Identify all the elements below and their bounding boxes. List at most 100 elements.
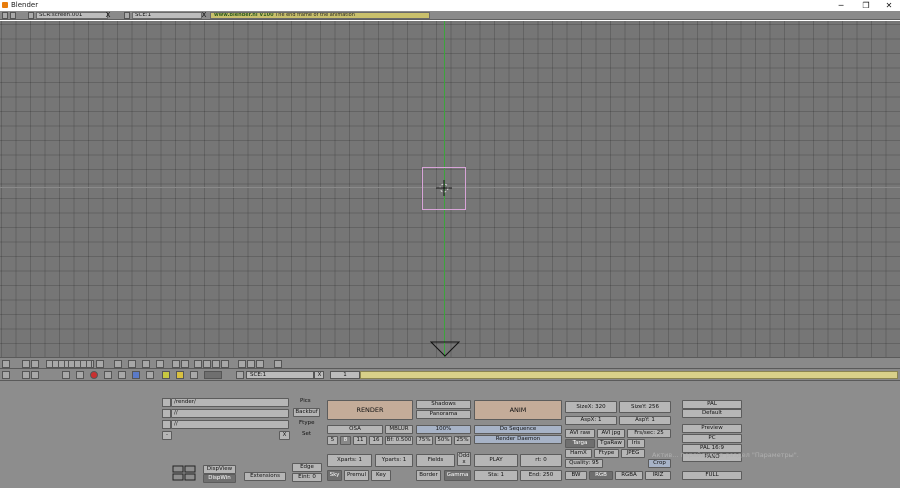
current-frame-field[interactable]: 1 [330, 371, 360, 379]
render-preview-icon[interactable] [274, 360, 282, 368]
minimize-button[interactable]: ─ [830, 0, 852, 11]
rt-field[interactable]: rt: 0 [520, 454, 562, 467]
osa-16-button[interactable]: 16 [369, 436, 383, 445]
camera-object-icon[interactable] [430, 341, 460, 357]
frs-sec-field[interactable]: Frs/sec: 25 [627, 429, 671, 438]
grab-icon[interactable] [247, 360, 255, 368]
screen-name-field[interactable]: SCR:screen.001 [36, 12, 108, 19]
percent-75-button[interactable]: 75% [416, 436, 433, 445]
ftype-path-field[interactable]: // [171, 420, 289, 429]
sizey-field[interactable]: SizeY: 256 [619, 401, 671, 413]
pc-preset-button[interactable]: PC [682, 434, 742, 443]
window-type-icon[interactable] [2, 360, 10, 368]
panorama-toggle[interactable]: Panorama [416, 410, 471, 419]
targa-button[interactable]: Targa [565, 439, 595, 448]
mblur-toggle[interactable]: MBLUR [385, 425, 413, 434]
zoom-out-icon[interactable] [181, 360, 189, 368]
osa-toggle[interactable]: OSA [327, 425, 383, 434]
do-sequence-toggle[interactable]: Do Sequence [474, 425, 562, 434]
odd-toggle[interactable]: Odd x [457, 452, 471, 466]
scene-delete-button[interactable]: X [200, 11, 208, 20]
key-toggle[interactable]: Key [371, 470, 391, 481]
pics-path-field[interactable]: /render/ [171, 398, 289, 407]
extensions-toggle[interactable]: Extensions [244, 472, 286, 481]
pivot-icon[interactable] [221, 360, 229, 368]
ftype-button[interactable]: Ftype [594, 449, 619, 458]
jpeg-button[interactable]: JPEG [621, 449, 645, 458]
dispview-toggle[interactable]: DispView [203, 465, 236, 474]
sizex-field[interactable]: SizeX: 320 [565, 401, 617, 413]
material-buttons-icon[interactable] [90, 371, 98, 379]
scale-icon[interactable] [256, 360, 264, 368]
3d-viewport[interactable] [0, 21, 900, 357]
backbuf-file-browse-icon[interactable] [162, 409, 171, 418]
3d-cursor-icon[interactable] [435, 179, 453, 197]
script-buttons-icon[interactable] [176, 371, 184, 379]
home-icon[interactable] [31, 371, 39, 379]
border-toggle[interactable]: Border [416, 470, 441, 481]
layer-buttons-row2[interactable] [68, 360, 92, 368]
view-front-icon[interactable] [142, 360, 150, 368]
rgba-button[interactable]: RGBA [615, 471, 643, 480]
dispwin-toggle[interactable]: DispWin [203, 474, 236, 483]
pics-decrement-button[interactable]: - [162, 431, 172, 440]
view-icon[interactable] [22, 371, 30, 379]
shadows-toggle[interactable]: Shadows [416, 400, 471, 409]
premul-toggle[interactable]: Premul [344, 470, 369, 481]
shading-icon[interactable] [203, 360, 211, 368]
bw-button[interactable]: BW [565, 471, 587, 480]
yparts-field[interactable]: Yparts: 1 [375, 454, 413, 467]
bf-field[interactable]: Bf: 0.500 [385, 436, 413, 445]
end-frame-field[interactable]: End: 250 [520, 470, 562, 481]
quality-field[interactable]: Quality: 95 [565, 459, 603, 468]
texture-buttons-icon[interactable] [104, 371, 112, 379]
animation-buttons-icon[interactable] [118, 371, 126, 379]
ftype-file-browse-icon[interactable] [162, 420, 171, 429]
play-button[interactable]: PLAY [474, 454, 518, 467]
sound-buttons-icon[interactable] [190, 371, 198, 379]
full-preset-button[interactable]: FULL [682, 471, 742, 480]
default-preset-button[interactable]: Default [682, 409, 742, 418]
view-buttons-icon[interactable] [62, 371, 70, 379]
center-view-icon[interactable] [212, 360, 220, 368]
start-frame-field[interactable]: Sta: 1 [474, 470, 518, 481]
scene-browse-icon[interactable] [236, 371, 244, 379]
sky-toggle[interactable]: Sky [327, 470, 342, 481]
lock-icon[interactable] [96, 360, 104, 368]
edit-buttons-icon[interactable] [146, 371, 154, 379]
view-persp-icon[interactable] [114, 360, 122, 368]
window-type-icon[interactable] [2, 12, 8, 19]
fullscreen-toggle-icon[interactable] [10, 12, 16, 19]
close-window-button[interactable]: ✕ [878, 0, 900, 11]
osa-5-button[interactable]: 5 [327, 436, 338, 445]
crop-toggle[interactable]: Crop [648, 459, 671, 468]
screen-browse-icon[interactable] [28, 12, 34, 19]
rgb-button[interactable]: RGB [589, 471, 613, 480]
eint-field[interactable]: Eint: 0 [292, 473, 322, 482]
view-side-icon[interactable] [156, 360, 164, 368]
backbuf-path-field[interactable]: // [171, 409, 289, 418]
render-daemon-toggle[interactable]: Render Daemon [474, 435, 562, 444]
render-buttons-icon[interactable] [204, 371, 222, 379]
preview-preset-button[interactable]: Preview [682, 424, 742, 433]
pal-preset-button[interactable]: PAL [682, 400, 742, 409]
scene-field[interactable]: SCE:1 [246, 371, 314, 379]
percent-25-button[interactable]: 25% [454, 436, 471, 445]
layout-grid-icon[interactable] [172, 465, 196, 481]
view-menu-icon[interactable] [22, 360, 30, 368]
window-type-icon[interactable] [2, 371, 10, 379]
gamma-toggle[interactable]: Gamma [444, 470, 471, 481]
percent-100-button[interactable]: 100% [416, 425, 471, 434]
scene-browse-icon[interactable] [124, 12, 130, 19]
percent-50-button[interactable]: 50% [435, 436, 452, 445]
scene-name-field[interactable]: SCE:1 [132, 12, 202, 19]
tgaraw-button[interactable]: TgaRaw [597, 439, 625, 448]
set-clear-button[interactable]: X [279, 431, 290, 440]
backbuf-toggle[interactable]: Backbuf [293, 408, 320, 417]
aspx-field[interactable]: AspX: 1 [565, 416, 617, 425]
scene-delete-button[interactable]: X [314, 371, 324, 379]
avi-jpg-button[interactable]: AVI jpg [597, 429, 625, 438]
aspy-field[interactable]: AspY: 1 [619, 416, 671, 425]
anim-button[interactable]: ANIM [474, 400, 562, 420]
home-view-icon[interactable] [31, 360, 39, 368]
